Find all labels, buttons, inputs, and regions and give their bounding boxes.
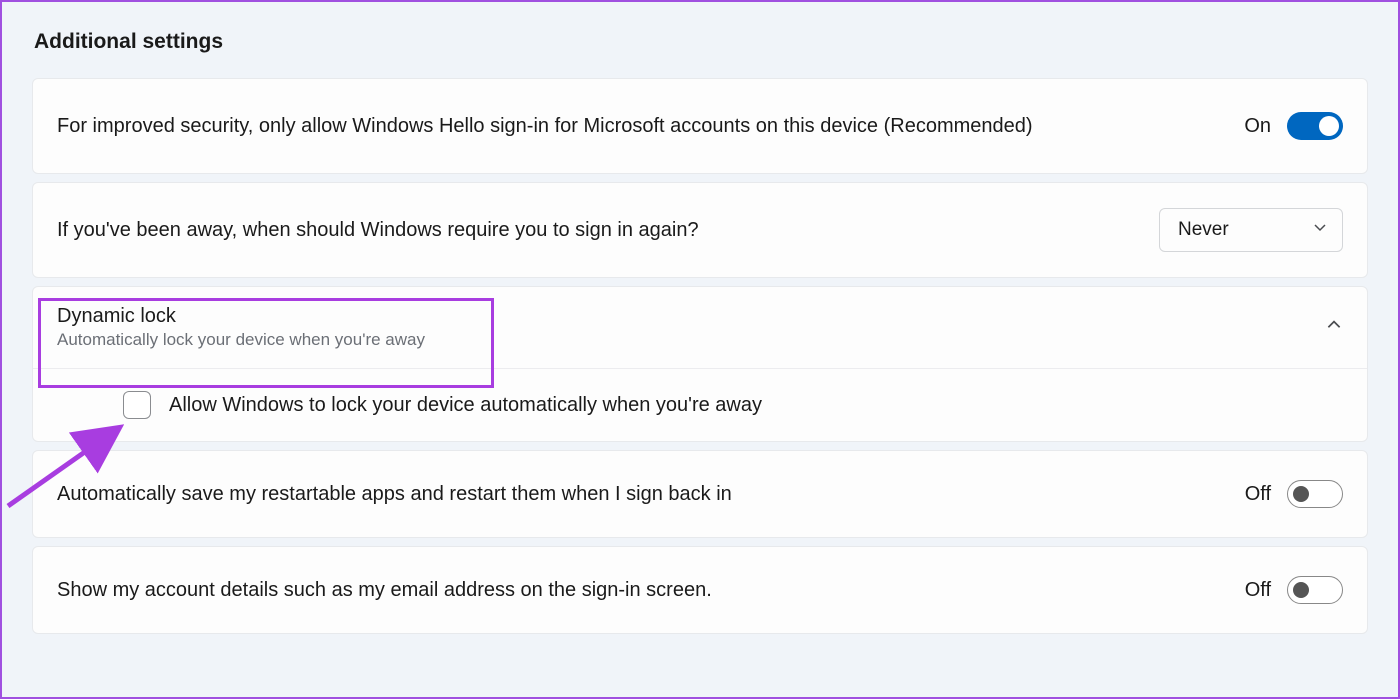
row-control: Off [1245,576,1343,604]
dynamic-lock-title-block: Dynamic lock Automatically lock your dev… [57,305,425,350]
checkbox-label: Allow Windows to lock your device automa… [169,391,762,419]
row-label: For improved security, only allow Window… [57,112,1033,140]
dynamic-lock-title: Dynamic lock [57,305,425,328]
row-restart-apps: Automatically save my restartable apps a… [32,450,1368,538]
row-account-details: Show my account details such as my email… [32,546,1368,634]
toggle-windows-hello[interactable] [1287,112,1343,140]
row-label: If you've been away, when should Windows… [57,216,699,244]
dynamic-lock-header[interactable]: Dynamic lock Automatically lock your dev… [33,287,1367,368]
chevron-up-icon [1325,316,1343,339]
row-control: Never [1159,208,1343,252]
section-title: Additional settings [32,30,1368,54]
toggle-state-label: Off [1245,483,1271,506]
row-windows-hello: For improved security, only allow Window… [32,78,1368,174]
row-label: Show my account details such as my email… [57,576,712,604]
chevron-down-icon [1312,219,1328,241]
row-signin-again: If you've been away, when should Windows… [32,182,1368,278]
row-dynamic-lock: Dynamic lock Automatically lock your dev… [32,286,1368,442]
dropdown-signin-timeout[interactable]: Never [1159,208,1343,252]
row-control: On [1244,112,1343,140]
row-control: Off [1245,480,1343,508]
dropdown-value: Never [1178,219,1229,240]
toggle-restart-apps[interactable] [1287,480,1343,508]
checkbox-dynamic-lock[interactable] [123,391,151,419]
settings-container: Additional settings For improved securit… [2,2,1398,634]
toggle-account-details[interactable] [1287,576,1343,604]
dynamic-lock-subtitle: Automatically lock your device when you'… [57,330,425,350]
dynamic-lock-body: Allow Windows to lock your device automa… [33,368,1367,441]
toggle-state-label: On [1244,115,1271,138]
toggle-state-label: Off [1245,579,1271,602]
row-label: Automatically save my restartable apps a… [57,480,732,508]
